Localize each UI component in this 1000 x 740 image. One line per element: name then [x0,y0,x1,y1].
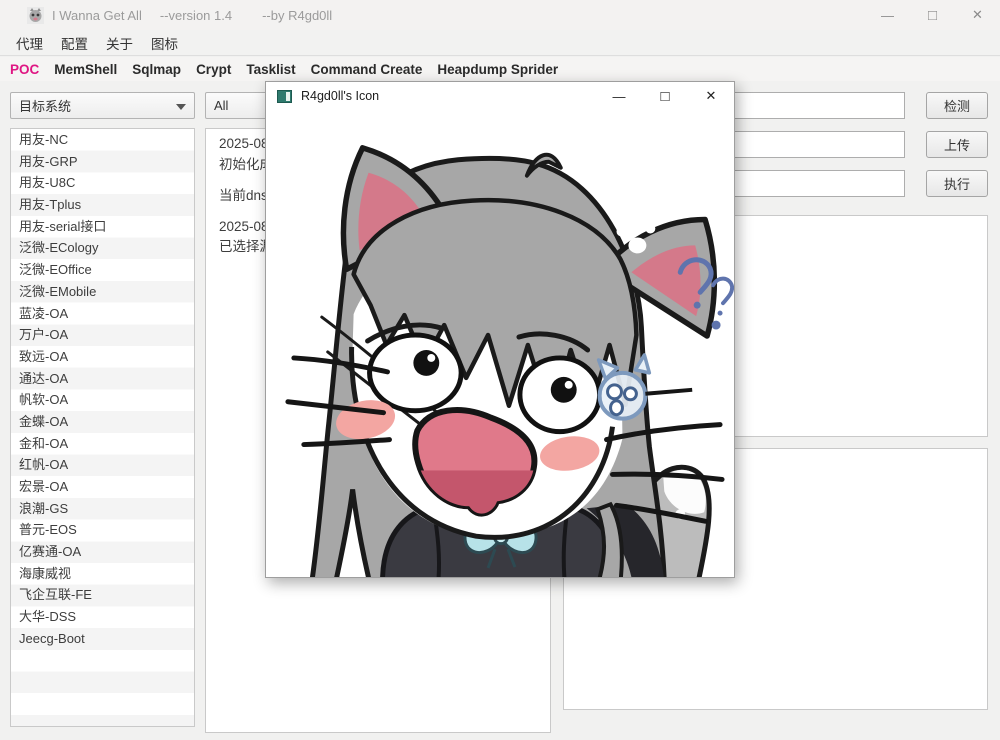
list-item[interactable]: 用友-serial接口 [11,216,194,238]
tab[interactable]: POC [10,62,39,77]
target-system-dropdown[interactable]: 目标系统 [10,92,195,119]
author-text: --by R4gd0ll [262,8,332,23]
target-system-list: 用友-NC用友-GRP用友-U8C用友-Tplus用友-serial接口泛微-E… [10,128,195,727]
list-item[interactable]: 亿赛通-OA [11,541,194,563]
menu-item[interactable]: 配置 [52,30,97,56]
popup-window-controls: — □ ✕ [596,82,734,110]
popup-close-icon[interactable]: ✕ [688,82,734,110]
list-item[interactable]: 帆软-OA [11,389,194,411]
menu-item[interactable]: 图标 [142,30,187,56]
list-item[interactable]: 泛微-EOffice [11,259,194,281]
list-item[interactable]: 海康威视 [11,563,194,585]
list-item[interactable]: 用友-GRP [11,151,194,173]
menu-item[interactable]: 关于 [97,30,142,56]
list-item[interactable]: 宏景-OA [11,476,194,498]
list-item[interactable]: 大华-DSS [11,606,194,628]
catgirl-illustration [266,110,734,577]
target-system-dropdown-value: 目标系统 [19,96,71,115]
list-item[interactable]: 用友-Tplus [11,194,194,216]
list-item[interactable]: 致远-OA [11,346,194,368]
main-window: I Wanna Get All --version 1.4 --by R4gd0… [0,0,1000,740]
list-item[interactable]: 用友-U8C [11,172,194,194]
list-item[interactable]: 普元-EOS [11,519,194,541]
list-item[interactable]: 用友-NC [11,129,194,151]
list-item[interactable]: 通达-OA [11,368,194,390]
popup-window-icon [277,90,292,103]
popup-maximize-icon[interactable]: □ [642,82,688,110]
popup-image-area [266,110,734,577]
list-item[interactable]: 泛微-EMobile [11,281,194,303]
tab[interactable]: MemShell [54,62,117,77]
window-title: I Wanna Get All [52,8,142,23]
chevron-down-icon [176,104,186,110]
list-item[interactable]: 金和-OA [11,433,194,455]
app-icon [27,7,44,24]
list-item[interactable]: 浪潮-GS [11,498,194,520]
list-item[interactable]: Jeecg-Boot [11,628,194,650]
detect-button[interactable]: 检测 [926,92,988,119]
titlebar: I Wanna Get All --version 1.4 --by R4gd0… [0,0,1000,30]
tab[interactable]: Sqlmap [132,62,181,77]
menubar: 代理配置关于图标 [0,30,1000,56]
tabbar: POC MemShell Sqlmap Crypt Tasklist Command Cr… [0,57,1000,81]
list-item[interactable]: 红帆-OA [11,454,194,476]
list-item[interactable]: 泛微-ECology [11,237,194,259]
list-item[interactable]: 金蝶-OA [11,411,194,433]
list-item[interactable]: 万户-OA [11,324,194,346]
vulnerability-dropdown-value: All [214,98,228,113]
tab[interactable]: Crypt [196,62,231,77]
window-controls: — □ ✕ [865,0,1000,30]
list-item[interactable]: 蓝凌-OA [11,303,194,325]
minimize-icon[interactable]: — [865,0,910,30]
tab[interactable]: Command Create [311,62,423,77]
version-text: --version 1.4 [160,8,232,23]
icon-popup-window: R4gd0ll's Icon — □ ✕ [265,81,735,578]
execute-button[interactable]: 执行 [926,170,988,197]
upload-button[interactable]: 上传 [926,131,988,158]
popup-titlebar: R4gd0ll's Icon — □ ✕ [266,82,734,110]
menu-item[interactable]: 代理 [7,30,52,56]
tab[interactable]: Heapdump Sprider [437,62,558,77]
maximize-icon[interactable]: □ [910,0,955,30]
popup-minimize-icon[interactable]: — [596,82,642,110]
tab[interactable]: Tasklist [246,62,295,77]
close-icon[interactable]: ✕ [955,0,1000,30]
popup-title: R4gd0ll's Icon [301,89,379,103]
list-item[interactable]: 飞企互联-FE [11,584,194,606]
